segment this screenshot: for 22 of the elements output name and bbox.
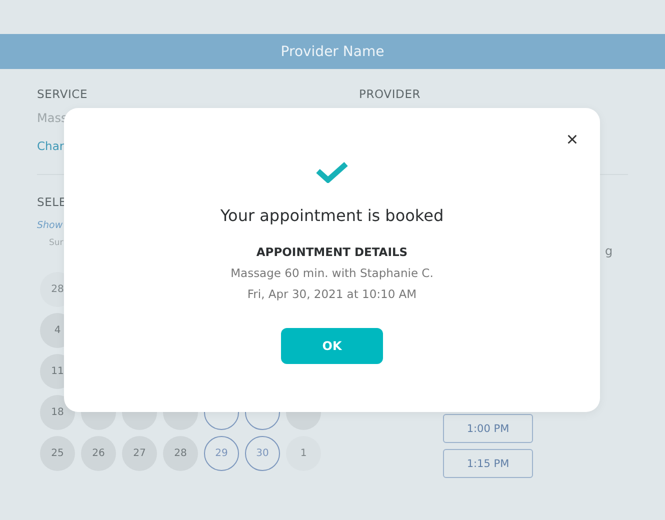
text-fragment: g (605, 244, 614, 258)
weekday-label: Sur (49, 238, 64, 248)
details-heading: APPOINTMENT DETAILS (256, 245, 408, 259)
section-label: PROVIDER (359, 87, 422, 101)
calendar-note: Show (37, 220, 64, 231)
calendar-day[interactable]: 28 (163, 436, 198, 471)
provider-name-title: Provider Name (280, 44, 384, 60)
details-text: Massage 60 min. with Staphanie C. (230, 266, 434, 280)
details-text: Fri, Apr 30, 2021 at 10:10 AM (247, 287, 417, 301)
calendar-day[interactable]: 1 (286, 436, 321, 471)
calendar-day[interactable]: 30 (245, 436, 280, 471)
ok-button[interactable]: OK (281, 328, 383, 364)
change-link[interactable]: Char (37, 139, 64, 153)
calendar-day[interactable]: 27 (122, 436, 157, 471)
section-label: SERVICE (37, 87, 89, 101)
time-slot-button[interactable]: 1:15 PM (443, 449, 533, 478)
calendar-day[interactable]: 26 (81, 436, 116, 471)
calendar-day[interactable]: 25 (40, 436, 75, 471)
dialog-title: Your appointment is booked (220, 206, 444, 225)
time-slot-button[interactable]: 1:00 PM (443, 414, 533, 443)
close-button[interactable]: × (566, 130, 578, 150)
calendar-day[interactable]: 29 (204, 436, 239, 471)
